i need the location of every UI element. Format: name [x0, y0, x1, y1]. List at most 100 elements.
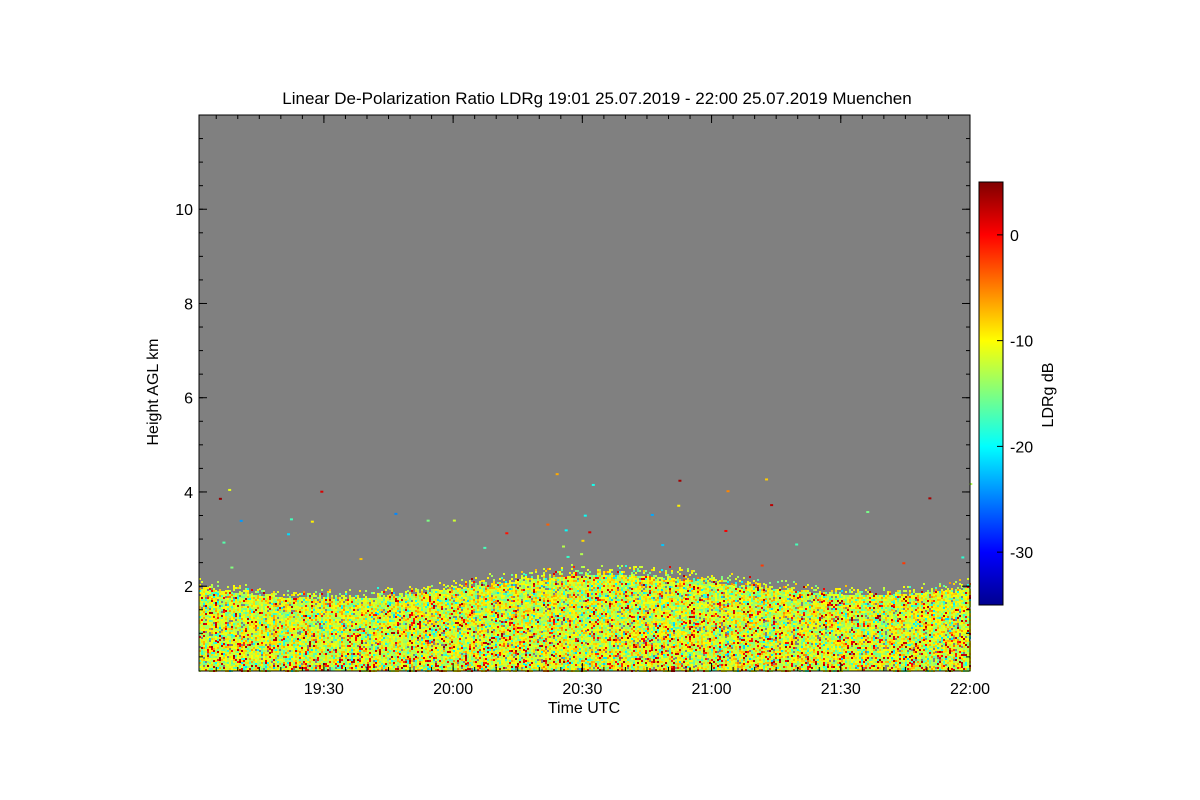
signal-pixel	[387, 639, 389, 641]
signal-pixel	[345, 619, 347, 621]
signal-pixel	[431, 591, 433, 593]
signal-pixel	[431, 601, 433, 603]
signal-pixel	[309, 627, 311, 629]
signal-pixel	[285, 628, 287, 630]
signal-pixel	[457, 600, 459, 602]
signal-pixel	[349, 605, 351, 607]
signal-pixel	[215, 618, 217, 620]
signal-pixel	[243, 662, 245, 664]
signal-pixel	[393, 648, 395, 650]
signal-pixel	[223, 611, 225, 613]
signal-pixel	[383, 629, 385, 631]
signal-pixel	[219, 663, 221, 665]
signal-pixel	[277, 637, 279, 639]
signal-pixel	[231, 654, 233, 656]
signal-pixel	[359, 662, 361, 664]
signal-pixel	[239, 657, 241, 659]
signal-pixel	[277, 611, 279, 613]
signal-pixel	[215, 608, 217, 610]
signal-pixel	[393, 606, 395, 608]
signal-pixel	[403, 631, 405, 633]
signal-pixel	[309, 631, 311, 633]
signal-pixel	[399, 633, 401, 635]
signal-pixel	[319, 615, 321, 617]
signal-pixel	[217, 585, 219, 587]
signal-pixel	[439, 642, 441, 644]
signal-pixel	[411, 626, 413, 628]
signal-pixel	[303, 625, 305, 627]
signal-pixel	[267, 612, 269, 614]
signal-pixel	[203, 603, 205, 605]
signal-pixel	[387, 587, 389, 589]
signal-pixel	[253, 633, 255, 635]
signal-pixel	[385, 617, 387, 619]
signal-pixel	[225, 612, 227, 614]
signal-pixel	[293, 626, 295, 628]
signal-pixel	[433, 595, 435, 597]
signal-pixel	[225, 600, 227, 602]
signal-pixel	[423, 633, 425, 635]
signal-pixel	[357, 649, 359, 651]
signal-pixel	[237, 659, 239, 661]
signal-pixel	[441, 648, 443, 650]
signal-pixel	[279, 601, 281, 603]
signal-pixel	[407, 628, 409, 630]
signal-pixel	[405, 665, 407, 667]
signal-pixel	[255, 665, 257, 667]
signal-pixel	[383, 607, 385, 609]
signal-pixel	[393, 628, 395, 630]
signal-pixel	[245, 604, 247, 606]
signal-pixel	[427, 658, 429, 660]
signal-pixel	[437, 595, 439, 597]
signal-pixel	[437, 599, 439, 601]
signal-pixel	[281, 655, 283, 657]
signal-pixel	[361, 646, 363, 648]
signal-pixel	[379, 657, 381, 659]
signal-pixel	[443, 594, 445, 596]
signal-pixel	[383, 635, 385, 637]
signal-pixel	[263, 628, 265, 630]
signal-pixel	[345, 617, 347, 619]
signal-pixel	[285, 598, 287, 600]
signal-pixel	[223, 645, 225, 647]
signal-pixel	[395, 628, 397, 630]
signal-pixel	[303, 639, 305, 641]
signal-pixel	[213, 666, 215, 668]
signal-pixel	[233, 645, 235, 647]
signal-pixel	[203, 641, 205, 643]
signal-pixel	[441, 594, 443, 596]
signal-pixel	[307, 631, 309, 633]
signal-pixel	[397, 596, 399, 598]
signal-pixel	[447, 617, 449, 619]
signal-pixel	[435, 591, 437, 593]
signal-pixel	[213, 644, 215, 646]
signal-pixel	[401, 637, 403, 639]
signal-pixel	[243, 654, 245, 656]
signal-pixel	[415, 648, 417, 650]
signal-pixel	[263, 654, 265, 656]
signal-pixel	[435, 637, 437, 639]
signal-pixel	[237, 661, 239, 663]
signal-pixel	[373, 648, 375, 650]
signal-pixel	[423, 605, 425, 607]
signal-pixel	[307, 627, 309, 629]
signal-pixel	[251, 621, 253, 623]
signal-pixel	[349, 637, 351, 639]
signal-pixel	[457, 602, 459, 604]
signal-pixel	[431, 661, 433, 663]
signal-pixel	[295, 650, 297, 652]
signal-pixel	[257, 661, 259, 663]
signal-pixel	[381, 609, 383, 611]
signal-pixel	[223, 599, 225, 601]
signal-pixel	[367, 612, 369, 614]
signal-pixel	[439, 620, 441, 622]
signal-pixel	[243, 642, 245, 644]
signal-pixel	[455, 586, 457, 588]
signal-pixel	[331, 617, 333, 619]
signal-pixel	[343, 609, 345, 611]
signal-pixel	[251, 627, 253, 629]
signal-pixel	[245, 620, 247, 622]
signal-pixel	[377, 627, 379, 629]
signal-pixel	[419, 653, 421, 655]
signal-pixel	[335, 621, 337, 623]
